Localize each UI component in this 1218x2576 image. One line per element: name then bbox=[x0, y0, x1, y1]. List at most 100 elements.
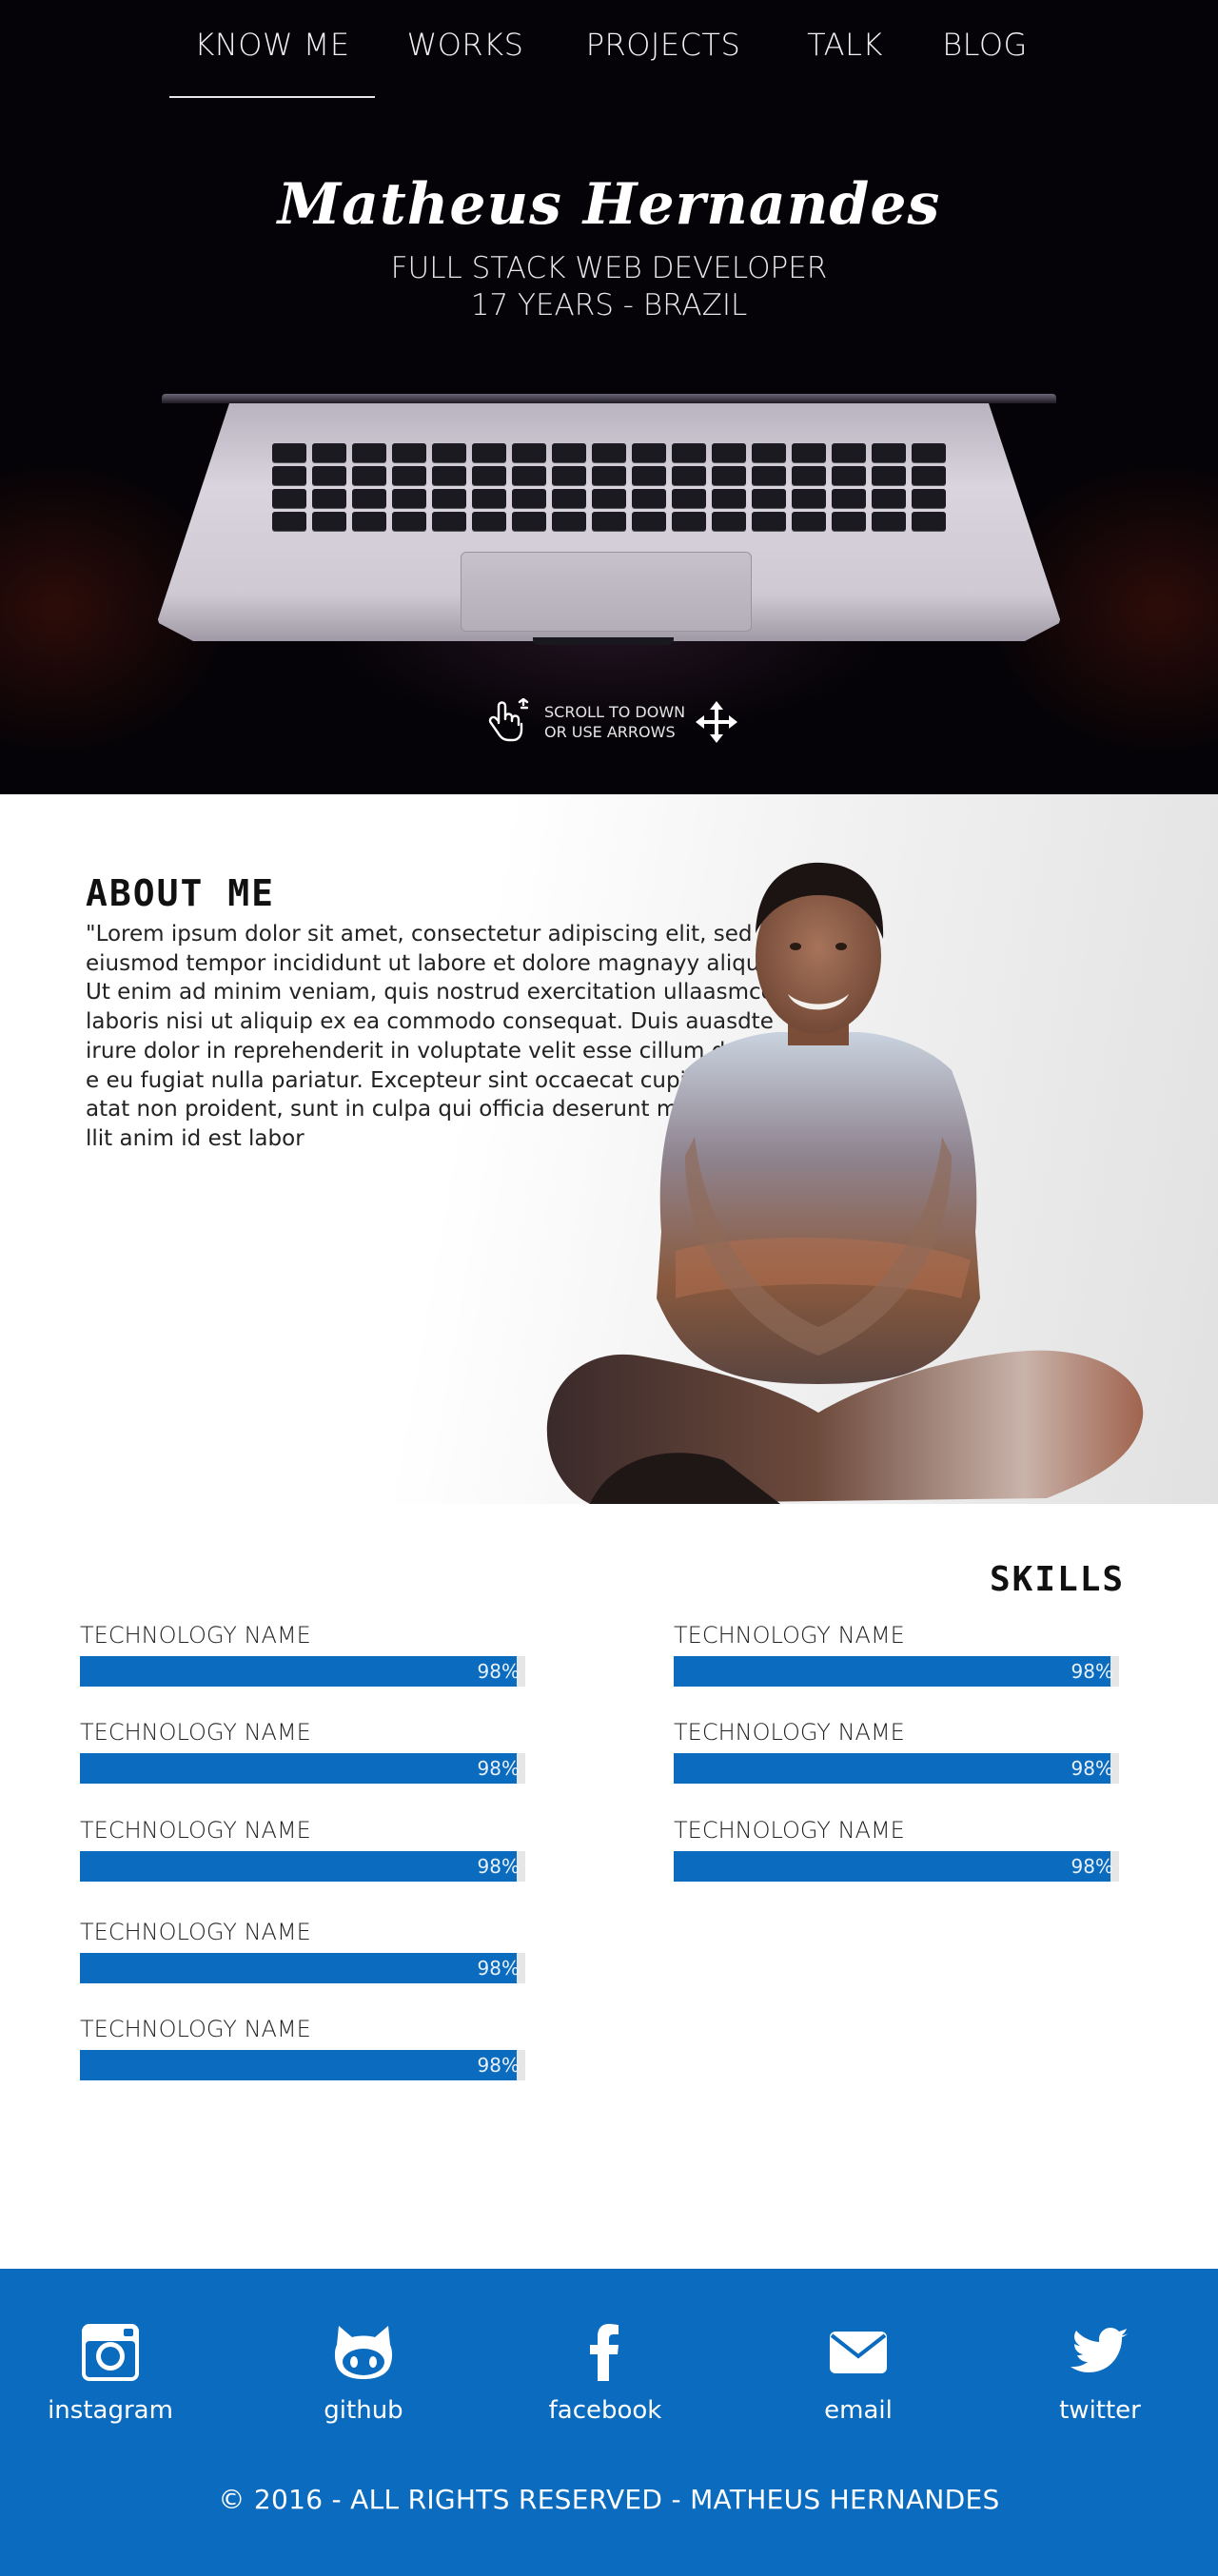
keyboard-key bbox=[432, 443, 466, 462]
keyboard-key bbox=[672, 489, 706, 508]
keyboard-key bbox=[912, 489, 946, 508]
nav-item-know-me[interactable]: KNOW ME bbox=[169, 27, 375, 68]
keyboard-key bbox=[872, 489, 906, 508]
keyboard-key bbox=[912, 443, 946, 462]
skill-item: TECHNOLOGY NAME 98% bbox=[674, 1817, 1119, 1882]
social-label-twitter: twitter bbox=[1059, 2396, 1141, 2425]
keyboard-key bbox=[312, 466, 346, 485]
keyboard-key bbox=[632, 512, 666, 531]
social-label-email: email bbox=[824, 2396, 893, 2425]
keyboard-key bbox=[712, 443, 746, 462]
skill-percent: 98% bbox=[477, 1957, 520, 1980]
hero-section: KNOW ME WORKS PROJECTS TALK BLOG Matheus… bbox=[0, 0, 1218, 794]
skill-item: TECHNOLOGY NAME 98% bbox=[80, 2016, 525, 2080]
keyboard-key bbox=[312, 512, 346, 531]
keyboard-key bbox=[552, 489, 586, 508]
skill-percent: 98% bbox=[477, 1855, 520, 1878]
skill-name: TECHNOLOGY NAME bbox=[674, 1817, 905, 1844]
keyboard-key bbox=[912, 512, 946, 531]
keyboard-key bbox=[472, 443, 506, 462]
skill-item: TECHNOLOGY NAME 98% bbox=[80, 1719, 525, 1784]
skill-bar-fill bbox=[674, 1656, 1110, 1687]
skill-item: TECHNOLOGY NAME 98% bbox=[80, 1919, 525, 1983]
keyboard-key bbox=[472, 489, 506, 508]
skill-bar: 98% bbox=[80, 1656, 525, 1687]
keyboard-key bbox=[352, 489, 386, 508]
nav-item-projects[interactable]: PROJECTS bbox=[567, 27, 759, 68]
keyboard-key bbox=[272, 466, 306, 485]
skill-bar-fill bbox=[674, 1753, 1110, 1784]
nav-item-works[interactable]: WORKS bbox=[398, 27, 533, 68]
social-link-email[interactable]: email bbox=[773, 2322, 944, 2425]
keyboard-key bbox=[672, 443, 706, 462]
hero-role: FULL STACK WEB DEVELOPER bbox=[390, 251, 828, 285]
hero-name: Matheus Hernandes bbox=[277, 171, 941, 238]
keyboard-key bbox=[872, 512, 906, 531]
scroll-hint-text: SCROLL TO DOWN OR USE ARROWS bbox=[544, 702, 685, 742]
skill-item: TECHNOLOGY NAME 98% bbox=[674, 1719, 1119, 1784]
hand-swipe-icon bbox=[487, 697, 531, 746]
keyboard-key bbox=[472, 512, 506, 531]
keyboard-key bbox=[752, 489, 786, 508]
social-link-facebook[interactable]: facebook bbox=[520, 2322, 691, 2425]
keyboard-key bbox=[832, 443, 866, 462]
laptop-keyboard bbox=[266, 443, 952, 538]
social-link-instagram[interactable]: instagram bbox=[25, 2322, 196, 2425]
instagram-icon bbox=[82, 2324, 139, 2381]
skill-bar: 98% bbox=[80, 1753, 525, 1784]
skill-bar-fill bbox=[80, 1851, 517, 1882]
skill-percent: 98% bbox=[1071, 1855, 1113, 1878]
keyboard-key bbox=[272, 443, 306, 462]
keyboard-key bbox=[752, 512, 786, 531]
skill-item: TECHNOLOGY NAME 98% bbox=[674, 1622, 1119, 1687]
skill-bar-fill bbox=[80, 1953, 517, 1983]
keyboard-key bbox=[432, 466, 466, 485]
skill-bar: 98% bbox=[80, 2050, 525, 2080]
laptop-trackpad bbox=[461, 552, 752, 632]
keyboard-key bbox=[592, 443, 626, 462]
skill-bar-fill bbox=[80, 1753, 517, 1784]
skill-name: TECHNOLOGY NAME bbox=[674, 1622, 905, 1649]
keyboard-key bbox=[392, 512, 426, 531]
skill-bar: 98% bbox=[674, 1656, 1119, 1687]
keyboard-key bbox=[672, 466, 706, 485]
keyboard-key bbox=[632, 489, 666, 508]
footer: instagram github facebook email twitter … bbox=[0, 2269, 1218, 2576]
keyboard-key bbox=[832, 512, 866, 531]
skill-bar: 98% bbox=[674, 1753, 1119, 1784]
keyboard-key bbox=[712, 512, 746, 531]
scroll-hint[interactable]: SCROLL TO DOWN OR USE ARROWS bbox=[487, 696, 744, 750]
scroll-hint-line2: OR USE ARROWS bbox=[544, 723, 676, 741]
skill-bar: 98% bbox=[674, 1851, 1119, 1882]
skill-name: TECHNOLOGY NAME bbox=[80, 2016, 311, 2042]
github-icon bbox=[334, 2326, 393, 2379]
keyboard-key bbox=[672, 512, 706, 531]
keyboard-key bbox=[832, 466, 866, 485]
keyboard-key bbox=[792, 443, 826, 462]
keyboard-key bbox=[432, 512, 466, 531]
keyboard-key bbox=[792, 489, 826, 508]
keyboard-key bbox=[592, 466, 626, 485]
skill-bar-fill bbox=[80, 1656, 517, 1687]
social-link-twitter[interactable]: twitter bbox=[1014, 2322, 1186, 2425]
nav-item-blog[interactable]: BLOG bbox=[931, 27, 1039, 68]
about-section: ABOUT ME "Lorem ipsum dolor sit amet, co… bbox=[0, 794, 1218, 1504]
keyboard-key bbox=[352, 466, 386, 485]
copyright-text: © 2016 - ALL RIGHTS RESERVED - MATHEUS H… bbox=[218, 2484, 1000, 2515]
skill-name: TECHNOLOGY NAME bbox=[80, 1919, 311, 1945]
facebook-icon bbox=[590, 2324, 619, 2381]
nav-item-talk[interactable]: TALK bbox=[794, 27, 896, 68]
twitter-icon bbox=[1071, 2328, 1129, 2372]
laptop-screen-edge bbox=[162, 394, 1056, 403]
scroll-hint-line1: SCROLL TO DOWN bbox=[544, 703, 686, 721]
keyboard-key bbox=[792, 512, 826, 531]
keyboard-key bbox=[832, 489, 866, 508]
keyboard-key bbox=[512, 466, 546, 485]
keyboard-key bbox=[512, 489, 546, 508]
social-link-github[interactable]: github bbox=[278, 2322, 449, 2425]
keyboard-key bbox=[512, 512, 546, 531]
skill-name: TECHNOLOGY NAME bbox=[80, 1622, 311, 1649]
skill-percent: 98% bbox=[1071, 1660, 1113, 1683]
keyboard-key bbox=[752, 466, 786, 485]
skills-title: SKILLS bbox=[990, 1560, 1126, 1599]
